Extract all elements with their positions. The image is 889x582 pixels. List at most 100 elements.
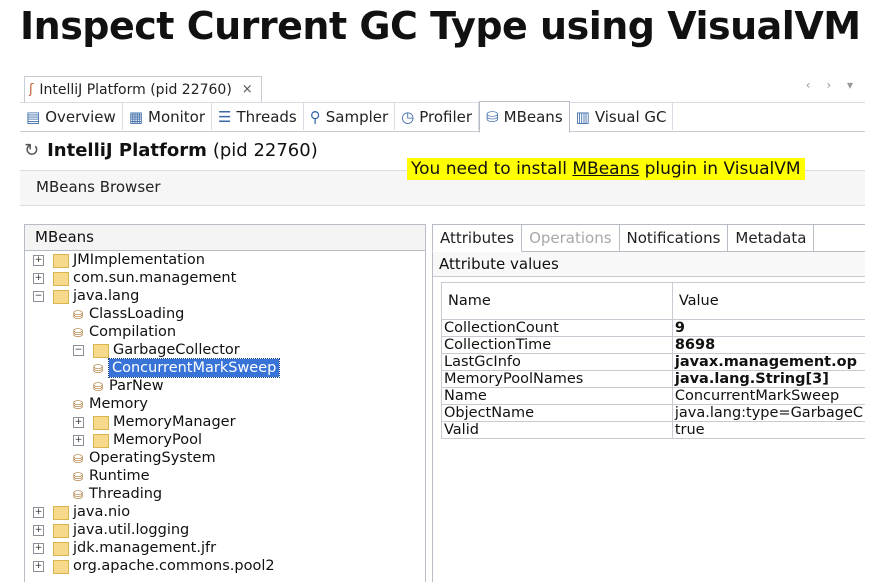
tab-scroll-arrows[interactable]: ‹ › ▾ [806,78,859,92]
tree-node-label: Threading [89,486,163,502]
folder-icon [53,542,69,556]
attribute-name: Name [441,387,673,405]
tree-node[interactable]: + java.nio [25,503,425,521]
tab-overview[interactable]: ▤ Overview [20,103,123,130]
tree-node[interactable]: + jdk.management.jfr [25,539,425,557]
tree-node[interactable]: ⛁ ClassLoading [25,305,425,323]
tree-node[interactable]: ⛁ Runtime [25,467,425,485]
tree-node-label: jdk.management.jfr [73,540,217,556]
tree-node-label: Compilation [89,324,177,340]
tab-monitor[interactable]: ▦ Monitor [123,103,213,130]
sampler-icon: ⚲ [309,107,321,126]
mbeans-icon: ⛁ [486,108,499,126]
tab-sampler[interactable]: ⚲ Sampler [304,103,396,130]
tree-node[interactable]: − java.lang [25,287,425,305]
attribute-value[interactable]: true [671,421,865,439]
tree-node-label: java.lang [73,288,140,304]
attribute-name: ObjectName [441,404,673,422]
folder-icon [53,254,69,268]
document-tab[interactable]: ʃ IntelliJ Platform (pid 22760) × [24,76,262,102]
tree-node[interactable]: ⛁ Threading [25,485,425,503]
mbeans-browser-title: MBeans Browser [36,178,161,196]
mbeans-tree-panel: MBeans + JMImplementation + com.sun.managem… [24,224,426,582]
tree-node-label: Memory [89,396,148,412]
attribute-value[interactable]: javax.management.op [671,353,865,371]
slide-title: Inspect Current GC Type using VisualVM [20,4,861,48]
attribute-value[interactable]: 8698 [671,336,865,354]
mbean-icon: ⛁ [93,380,104,394]
tree-node-label: GarbageCollector [113,342,240,358]
tree-node-label: ClassLoading [89,306,185,322]
folder-icon [53,506,69,520]
plugin-note-banner: You need to install MBeans plugin in Vis… [407,158,805,180]
tab-profiler[interactable]: ◷ Profiler [395,103,480,130]
tree-node[interactable]: ⛁ Compilation [25,323,425,341]
tree-node[interactable]: + java.util.logging [25,521,425,539]
tree-node[interactable]: + JMImplementation [25,251,425,269]
mbeans-tree: + JMImplementation + com.sun.management − jav… [25,251,425,575]
tab-threads[interactable]: ☰ Threads [212,103,304,130]
attribute-value[interactable]: ConcurrentMarkSweep [671,387,865,405]
tree-node[interactable]: ⛁ ParNew [25,377,425,395]
tree-node[interactable]: + MemoryManager [25,413,425,431]
tab-label: Visual GC [594,107,667,126]
expand-icon[interactable]: + [33,543,44,554]
app-icon: ʃ [29,82,34,97]
tree-node[interactable]: ⛁ Memory [25,395,425,413]
attribute-name: MemoryPoolNames [441,370,673,388]
tab-metadata[interactable]: Metadata [728,225,815,251]
expand-icon[interactable]: + [33,255,44,266]
tree-node[interactable]: + MemoryPool [25,431,425,449]
visualvm-window: ʃ IntelliJ Platform (pid 22760) × ‹ › ▾ … [20,74,865,582]
mbean-icon: ⛁ [73,398,84,412]
collapse-icon[interactable]: − [33,291,44,302]
tab-label: Monitor [148,107,206,126]
attribute-table: Name Value CollectionCount 9 CollectionTim… [441,282,865,439]
column-header-value[interactable]: Value [671,282,865,320]
tree-node-label: java.util.logging [73,522,190,538]
tree-node-label: JMImplementation [73,252,205,268]
tree-node-label: OperatingSystem [89,450,216,466]
expand-icon[interactable]: + [73,417,84,428]
attribute-name: CollectionCount [441,319,673,337]
attribute-row[interactable]: Valid true [441,421,865,439]
expand-icon[interactable]: + [33,561,44,572]
application-name: IntelliJ Platform [47,140,207,161]
collapse-icon[interactable]: − [73,345,84,356]
tree-node-label: org.apache.commons.pool2 [73,558,275,574]
tab-notifications[interactable]: Notifications [620,225,729,251]
tree-node[interactable]: ⛁ ConcurrentMarkSweep [25,358,425,378]
tree-node[interactable]: + org.apache.commons.pool2 [25,557,425,575]
attribute-value[interactable]: 9 [671,319,865,337]
tab-mbeans[interactable]: ⛁ MBeans [479,101,570,133]
attribute-row[interactable]: ObjectName java.lang:type=GarbageC [441,404,865,422]
column-header-name[interactable]: Name [441,282,673,320]
attribute-row[interactable]: CollectionTime 8698 [441,336,865,354]
attribute-row[interactable]: MemoryPoolNames java.lang.String[3] [441,370,865,388]
banner-text-end: plugin in VisualVM [639,159,801,179]
attribute-row[interactable]: LastGcInfo javax.management.op [441,353,865,371]
tab-visual-gc[interactable]: ▥ Visual GC [570,103,674,130]
banner-link-text: MBeans [572,159,640,179]
expand-icon[interactable]: + [33,525,44,536]
attribute-row[interactable]: Name ConcurrentMarkSweep [441,387,865,405]
tree-node-label: Runtime [89,468,150,484]
close-icon[interactable]: × [242,82,253,97]
folder-icon [93,344,109,358]
attribute-value[interactable]: java.lang.String[3] [671,370,865,388]
attribute-value[interactable]: java.lang:type=GarbageC [671,404,865,422]
expand-icon[interactable]: + [33,273,44,284]
tree-node[interactable]: ⛁ OperatingSystem [25,449,425,467]
expand-icon[interactable]: + [33,507,44,518]
banner-text-start: You need to install [411,159,573,179]
attribute-name: LastGcInfo [441,353,673,371]
expand-icon[interactable]: + [73,435,84,446]
mbean-icon: ⛁ [73,326,84,340]
attribute-name: Valid [441,421,673,439]
tree-node[interactable]: − GarbageCollector [25,341,425,359]
attribute-row[interactable]: CollectionCount 9 [441,319,865,337]
tree-node[interactable]: + com.sun.management [25,269,425,287]
tab-attributes[interactable]: Attributes [432,224,523,252]
view-tab-bar: ▤ Overview ▦ Monitor ☰ Threads ⚲ Sampler ◷ Profil… [20,101,865,133]
tab-label: Sampler [325,107,389,126]
